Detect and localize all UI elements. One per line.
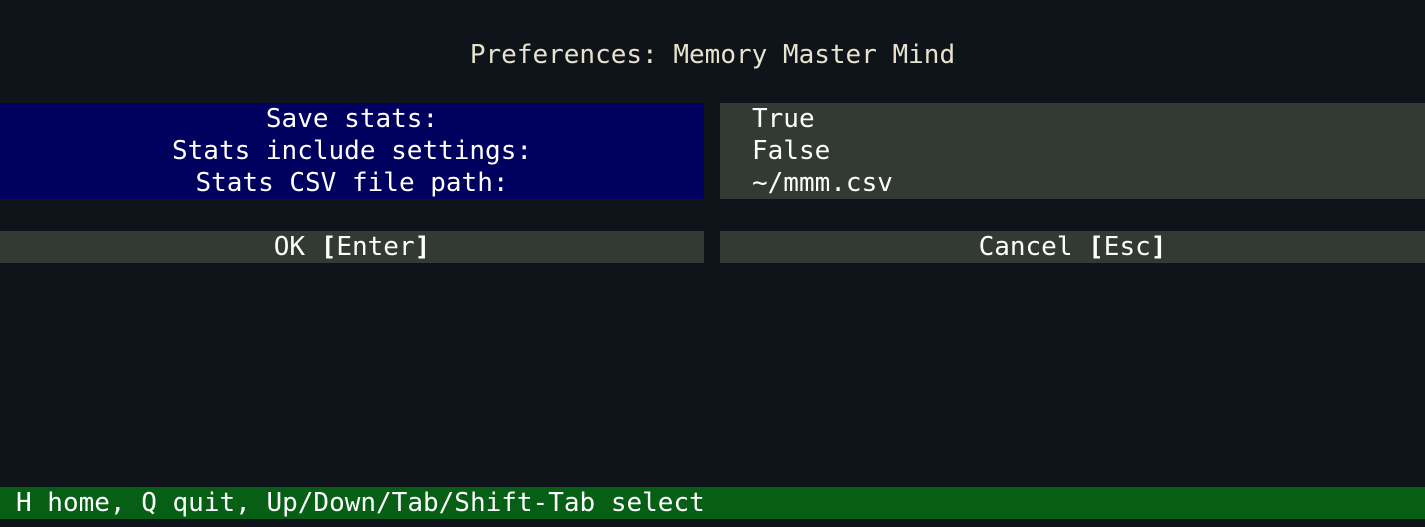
cancel-button[interactable]: Cancel [Esc] xyxy=(720,231,1425,263)
settings-labels-panel: Save stats: Stats include settings: Stat… xyxy=(0,103,704,199)
ok-key-open-bracket: [ xyxy=(320,232,337,262)
status-bar: H home, Q quit, Up/Down/Tab/Shift-Tab se… xyxy=(0,487,1425,519)
ok-button[interactable]: OK [Enter] xyxy=(0,231,704,263)
stats-include-settings-value[interactable]: False xyxy=(720,135,1425,167)
cancel-button-label: Cancel xyxy=(978,232,1089,262)
page-title: Preferences: Memory Master Mind xyxy=(469,40,956,70)
cancel-key-open-bracket: [ xyxy=(1088,232,1104,262)
save-stats-label: Save stats: xyxy=(265,104,439,134)
ok-key-label: Enter xyxy=(336,232,415,262)
cancel-key-label: Esc xyxy=(1103,232,1151,262)
stats-csv-path-field[interactable]: ~/mmm.csv xyxy=(720,167,1425,199)
stats-include-settings-label: Stats include settings: xyxy=(171,136,533,166)
ok-key-close-bracket: ] xyxy=(414,232,431,262)
cancel-key-close-bracket: ] xyxy=(1150,232,1167,262)
ok-button-label: OK xyxy=(273,232,321,262)
save-stats-value[interactable]: True xyxy=(720,103,1425,135)
stats-csv-path-label: Stats CSV file path: xyxy=(195,168,509,198)
settings-values-panel: True False ~/mmm.csv xyxy=(720,103,1425,199)
